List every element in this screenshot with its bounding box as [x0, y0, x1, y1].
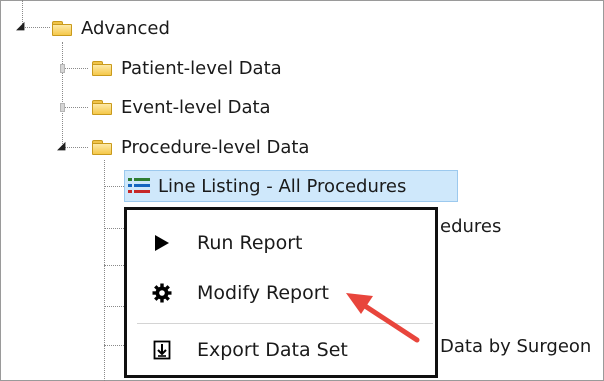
menu-item-label: Modify Report — [197, 282, 329, 304]
tree-connector — [104, 345, 124, 346]
tree-connector — [104, 160, 105, 381]
folder-icon — [92, 99, 112, 115]
tree-node-label: Advanced — [81, 17, 170, 39]
tree-node-advanced[interactable]: Advanced — [52, 13, 170, 43]
tree-connector — [62, 147, 88, 148]
export-icon — [127, 340, 197, 360]
folder-icon — [92, 60, 112, 76]
tree-node-procedure-level-data[interactable]: Procedure-level Data — [92, 132, 309, 162]
tree-node-event-level-data[interactable]: Event-level Data — [92, 92, 271, 122]
collapse-toggle-icon[interactable] — [60, 103, 65, 112]
play-icon — [127, 234, 197, 252]
menu-item-label: Run Report — [197, 232, 303, 254]
tree-connector — [104, 306, 124, 307]
tree-node-label-partial[interactable]: Data by Surgeon — [440, 336, 591, 357]
expand-toggle-icon[interactable]: ◢ — [16, 20, 24, 31]
tree-node-label: Event-level Data — [121, 96, 271, 118]
tree-connector — [104, 186, 124, 187]
tree-node-label: Line Listing - All Procedures — [158, 175, 407, 197]
menu-item-label: Export Data Set — [197, 339, 348, 361]
modify-report-menu-item[interactable]: Modify Report — [127, 268, 435, 318]
tree-connector — [62, 107, 88, 108]
collapse-toggle-icon[interactable] — [60, 64, 65, 73]
folder-icon — [52, 20, 72, 36]
tree-connector — [62, 42, 63, 148]
tree-connector — [104, 228, 124, 229]
export-data-set-menu-item[interactable]: Export Data Set — [127, 325, 435, 375]
tree-connector — [22, 27, 50, 28]
tree-node-line-listing[interactable]: Line Listing - All Procedures — [128, 171, 406, 201]
list-icon — [128, 177, 150, 195]
tree-node-label: Patient-level Data — [121, 57, 282, 79]
tree-connector — [62, 68, 88, 69]
expand-toggle-icon[interactable]: ◢ — [57, 140, 65, 151]
tree-node-patient-level-data[interactable]: Patient-level Data — [92, 53, 282, 83]
gear-icon — [127, 283, 197, 303]
tree-node-label: Procedure-level Data — [121, 136, 310, 158]
folder-icon — [92, 139, 112, 155]
run-report-menu-item[interactable]: Run Report — [127, 218, 435, 268]
tree-connector — [104, 265, 124, 266]
context-menu: Run Report Modify Report Export Data Set — [124, 207, 438, 378]
tree-node-label-partial[interactable]: edures — [440, 216, 501, 237]
menu-separator — [137, 323, 433, 324]
